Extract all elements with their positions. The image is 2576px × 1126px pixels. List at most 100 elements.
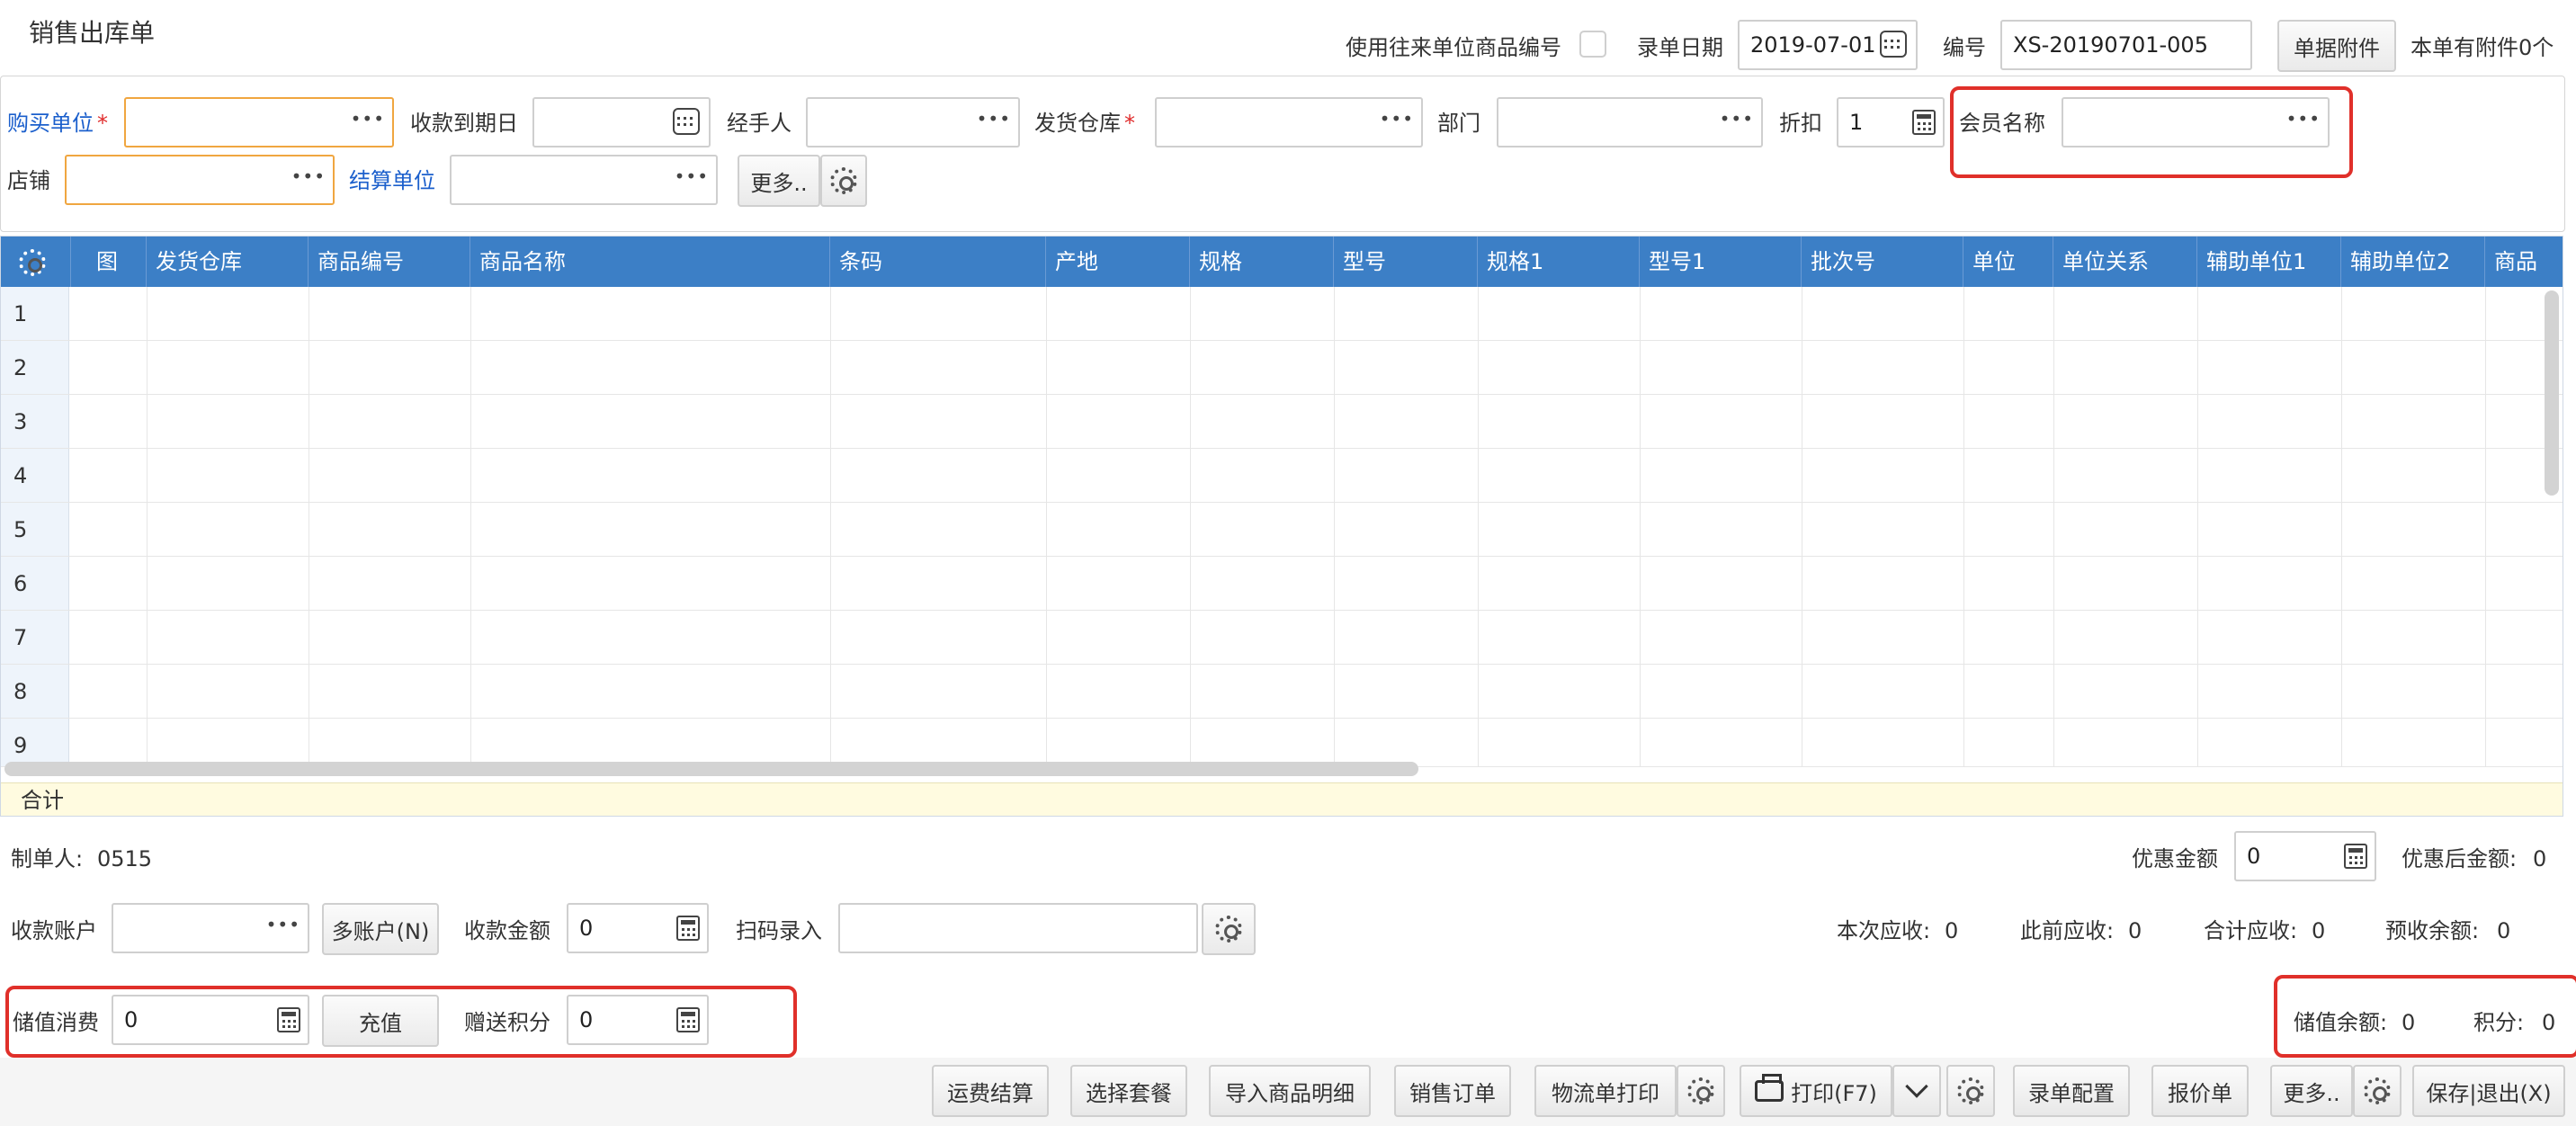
grid-settings-cell[interactable] xyxy=(1,237,71,287)
calculator-icon[interactable] xyxy=(1912,110,1936,135)
col-header-aux-unit2[interactable]: 辅助单位2 xyxy=(2341,237,2485,287)
table-row[interactable]: 6 xyxy=(1,557,2563,611)
handler-field[interactable]: ••• xyxy=(806,97,1020,147)
multi-account-button[interactable]: 多账户(N) xyxy=(322,903,439,955)
print-settings-button[interactable] xyxy=(1946,1065,1995,1117)
col-header-spec[interactable]: 规格 xyxy=(1190,237,1334,287)
row-number: 5 xyxy=(1,503,69,556)
col-header-product-code[interactable]: 商品编号 xyxy=(309,237,470,287)
package-button[interactable]: 选择套餐 xyxy=(1070,1065,1187,1117)
footer-settings-button[interactable] xyxy=(2353,1065,2402,1117)
current-receivable-label: 本次应收: xyxy=(1837,918,1931,943)
receipt-amount-value: 0 xyxy=(579,916,594,941)
more-dots-icon[interactable]: ••• xyxy=(1720,108,1754,130)
more-dots-icon[interactable]: ••• xyxy=(351,108,385,130)
scan-label: 扫码录入 xyxy=(736,918,822,943)
receipt-amount-field[interactable]: 0 xyxy=(567,903,709,953)
account-field[interactable]: ••• xyxy=(112,903,309,953)
buyer-label: 购买单位 * xyxy=(7,111,108,136)
more-dots-icon[interactable]: ••• xyxy=(675,165,709,187)
total-receivable-label: 合计应收: xyxy=(2204,918,2298,943)
form-settings-button[interactable] xyxy=(820,155,867,207)
more-dots-icon[interactable]: ••• xyxy=(2286,108,2321,130)
warehouse-field[interactable]: ••• xyxy=(1155,97,1423,147)
footer-more-button[interactable]: 更多.. xyxy=(2270,1065,2353,1117)
use-partner-code-checkbox[interactable] xyxy=(1579,31,1606,58)
table-row[interactable]: 3 xyxy=(1,395,2563,449)
save-exit-button[interactable]: 保存|退出(X) xyxy=(2412,1065,2565,1117)
buyer-field[interactable]: ••• xyxy=(124,97,394,147)
table-row[interactable]: 8 xyxy=(1,665,2563,719)
more-dots-icon[interactable]: ••• xyxy=(266,914,300,935)
table-row[interactable]: 1 xyxy=(1,287,2563,341)
horizontal-scrollbar[interactable] xyxy=(4,762,1418,776)
stored-balance-label: 储值余额: xyxy=(2294,1010,2388,1035)
gear-icon xyxy=(2364,1077,2391,1104)
col-header-batch[interactable]: 批次号 xyxy=(1802,237,1963,287)
attachment-button[interactable]: 单据附件 xyxy=(2277,20,2396,72)
col-header-product-more[interactable]: 商品 xyxy=(2485,237,2563,287)
table-row[interactable]: 2 xyxy=(1,341,2563,395)
chevron-down-icon xyxy=(1905,1075,1928,1098)
member-field[interactable]: ••• xyxy=(2062,97,2330,147)
more-dots-icon[interactable]: ••• xyxy=(1380,108,1414,130)
calendar-icon[interactable] xyxy=(673,108,700,135)
more-dots-icon[interactable]: ••• xyxy=(291,165,326,187)
product-grid[interactable]: 图 发货仓库 商品编号 商品名称 条码 产地 规格 型号 规格1 型号1 批次号… xyxy=(0,236,2563,817)
col-header-product-name[interactable]: 商品名称 xyxy=(470,237,830,287)
table-row[interactable]: 7 xyxy=(1,611,2563,665)
calendar-icon[interactable] xyxy=(1880,31,1907,58)
col-header-model1[interactable]: 型号1 xyxy=(1640,237,1802,287)
col-header-barcode[interactable]: 条码 xyxy=(830,237,1046,287)
table-row[interactable]: 5 xyxy=(1,503,2563,557)
more-fields-button[interactable]: 更多.. xyxy=(738,155,820,207)
settle-field[interactable]: ••• xyxy=(450,155,718,205)
due-date-field[interactable] xyxy=(532,97,711,147)
logistics-settings-button[interactable] xyxy=(1677,1065,1725,1117)
calculator-icon[interactable] xyxy=(676,916,700,941)
number-field[interactable]: XS-20190701-005 xyxy=(2000,20,2252,70)
col-header-origin[interactable]: 产地 xyxy=(1046,237,1190,287)
col-header-model[interactable]: 型号 xyxy=(1334,237,1478,287)
import-button[interactable]: 导入商品明细 xyxy=(1209,1065,1371,1117)
calculator-icon[interactable] xyxy=(277,1007,300,1032)
col-header-spec1[interactable]: 规格1 xyxy=(1478,237,1640,287)
freight-button[interactable]: 运费结算 xyxy=(932,1065,1049,1117)
calculator-icon[interactable] xyxy=(2344,844,2367,869)
discount-amount-field[interactable]: 0 xyxy=(2234,831,2376,881)
stored-consume-field[interactable]: 0 xyxy=(112,995,309,1045)
receipt-amount-label: 收款金额 xyxy=(464,918,550,943)
table-row[interactable]: 9 xyxy=(1,719,2563,767)
col-header-image[interactable]: 图 xyxy=(71,237,147,287)
print-button[interactable]: 打印(F7) xyxy=(1740,1065,1892,1117)
gift-points-field[interactable]: 0 xyxy=(567,995,709,1045)
table-row[interactable]: 4 xyxy=(1,449,2563,503)
discount-value: 1 xyxy=(1849,110,1864,135)
scan-settings-button[interactable] xyxy=(1202,903,1256,955)
col-header-warehouse[interactable]: 发货仓库 xyxy=(147,237,309,287)
row-number: 4 xyxy=(1,449,69,502)
maker-label: 制单人: xyxy=(11,846,84,871)
col-header-aux-unit1[interactable]: 辅助单位1 xyxy=(2197,237,2341,287)
date-field[interactable]: 2019-07-01 xyxy=(1738,20,1918,70)
recharge-button[interactable]: 充值 xyxy=(322,995,439,1047)
quote-button[interactable]: 报价单 xyxy=(2151,1065,2249,1117)
col-header-unit-relation[interactable]: 单位关系 xyxy=(2053,237,2197,287)
entry-config-button[interactable]: 录单配置 xyxy=(2013,1065,2130,1117)
scan-input[interactable] xyxy=(838,903,1198,953)
date-label: 录单日期 xyxy=(1637,35,1723,60)
prepaid-balance-value: 0 xyxy=(2497,918,2511,943)
print-dropdown-button[interactable] xyxy=(1892,1065,1941,1117)
stored-consume-label: 储值消费 xyxy=(13,1010,99,1035)
more-dots-icon[interactable]: ••• xyxy=(977,108,1011,130)
gift-points-label: 赠送积分 xyxy=(464,1010,550,1035)
logistics-print-button[interactable]: 物流单打印 xyxy=(1534,1065,1677,1117)
shop-field[interactable]: ••• xyxy=(65,155,335,205)
gear-icon[interactable] xyxy=(19,249,46,276)
calculator-icon[interactable] xyxy=(676,1007,700,1032)
col-header-unit[interactable]: 单位 xyxy=(1963,237,2053,287)
vertical-scrollbar[interactable] xyxy=(2545,290,2559,496)
sales-order-button[interactable]: 销售订单 xyxy=(1394,1065,1511,1117)
discount-field[interactable]: 1 xyxy=(1837,97,1945,147)
dept-field[interactable]: ••• xyxy=(1497,97,1763,147)
